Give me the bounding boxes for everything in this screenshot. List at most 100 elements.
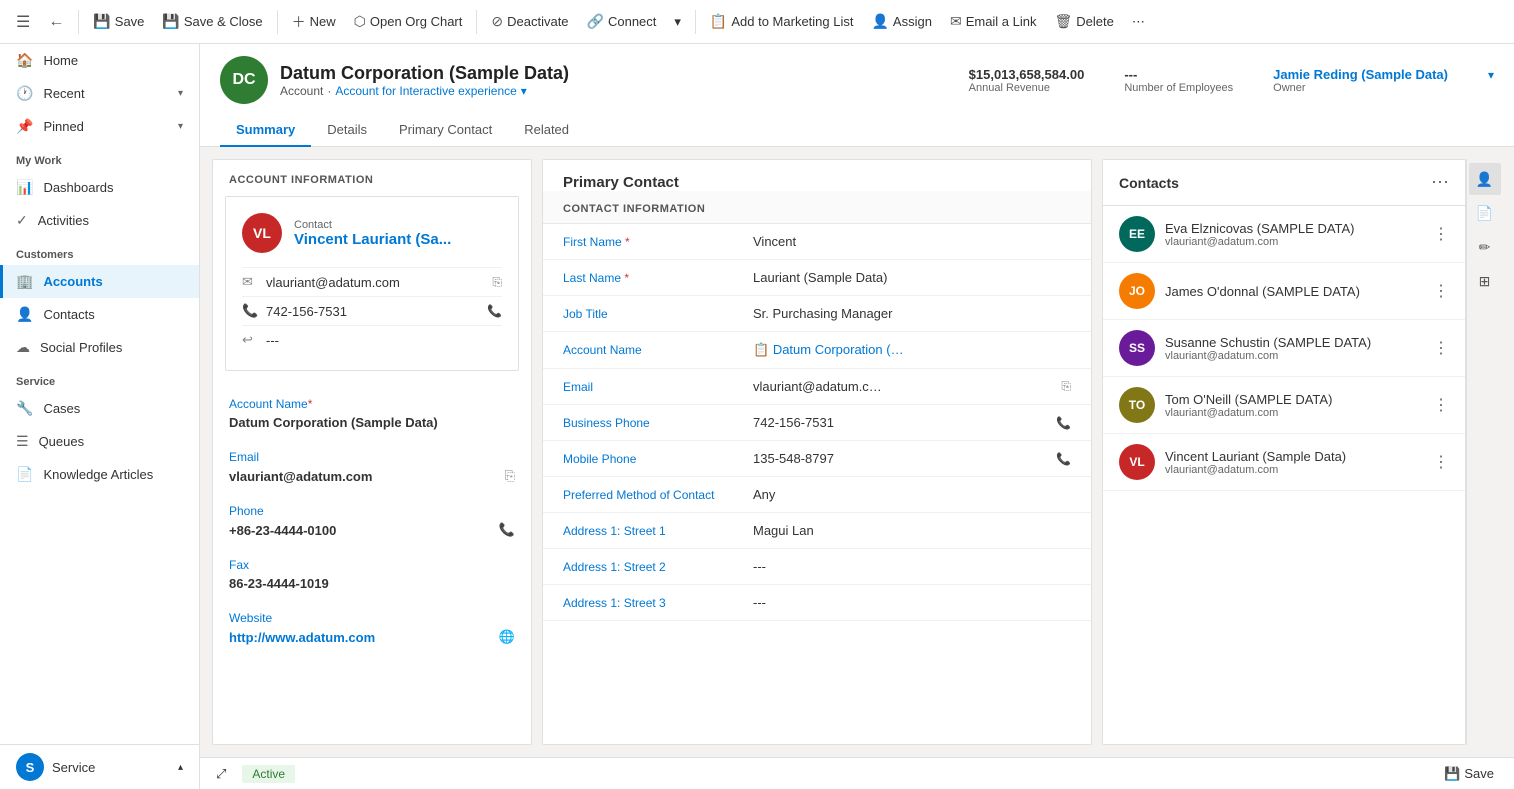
list-item[interactable]: TOTom O'Neill (SAMPLE DATA)vlauriant@ada… — [1103, 377, 1465, 434]
customers-section: Customers — [0, 237, 199, 265]
extra-icon: ↩ — [242, 332, 258, 348]
phone-call-icon[interactable]: 📞 — [499, 522, 515, 538]
sidebar-item-dashboards[interactable]: 📊 Dashboards — [0, 171, 199, 204]
website-value[interactable]: http://www.adatum.com — [229, 630, 375, 645]
contact-form-row: Preferred Method of ContactAny — [543, 477, 1091, 513]
sidebar-item-recent[interactable]: 🕐 Recent ▾ — [0, 77, 199, 110]
side-icon-document[interactable]: 📄 — [1469, 197, 1501, 229]
record-title-row: DC Datum Corporation (Sample Data) Accou… — [220, 56, 1494, 104]
side-icon-person[interactable]: 👤 — [1469, 163, 1501, 195]
sidebar-item-social-profiles[interactable]: ☁ Social Profiles — [0, 331, 199, 364]
primary-contact-title: Primary Contact — [543, 160, 1091, 191]
dashboards-icon: 📊 — [16, 179, 33, 196]
new-button[interactable]: ＋ New — [284, 8, 344, 36]
save-close-button[interactable]: 💾 Save & Close — [154, 9, 270, 34]
email-copy-icon[interactable]: ⎘ — [505, 468, 515, 484]
back-button[interactable]: ← — [40, 9, 72, 35]
side-icon-table[interactable]: ⊞ — [1469, 265, 1501, 297]
open-org-chart-button[interactable]: ⬡ Open Org Chart — [346, 9, 471, 34]
hamburger-button[interactable]: ☰ — [8, 8, 38, 36]
sidebar-item-cases[interactable]: 🔧 Cases — [0, 392, 199, 425]
email-value[interactable]: vlauriant@adatum.com — [229, 469, 372, 484]
deactivate-button[interactable]: ⊘ Deactivate — [483, 9, 576, 34]
contact-form-action-icon[interactable]: 📞 — [1056, 416, 1071, 430]
contact-form-label: First Name * — [563, 235, 743, 249]
hamburger-icon: ☰ — [16, 14, 30, 31]
connect-button[interactable]: 🔗 Connect — [579, 9, 665, 34]
contact-form-value: vlauriant@adatum.c… — [753, 379, 1051, 394]
sidebar-footer[interactable]: S Service ▴ — [0, 744, 199, 789]
sidebar-item-home[interactable]: 🏠 Home — [0, 44, 199, 77]
list-item[interactable]: EEEva Elznicovas (SAMPLE DATA)vlauriant@… — [1103, 206, 1465, 263]
toolbar-separator-1 — [78, 10, 79, 34]
expand-button[interactable]: ⤢ — [212, 766, 230, 782]
contact-list-menu-icon[interactable]: ⋮ — [1433, 281, 1449, 301]
pinned-expand-icon: ▾ — [178, 121, 183, 132]
dropdown-button[interactable]: ▾ — [666, 10, 689, 34]
contact-form-action-icon[interactable]: 📞 — [1056, 452, 1071, 466]
email-label: Email — [229, 450, 515, 464]
email-action-icon[interactable]: ⎘ — [492, 275, 502, 290]
contact-list-menu-icon[interactable]: ⋮ — [1433, 395, 1449, 415]
contact-list-menu-icon[interactable]: ⋮ — [1433, 338, 1449, 358]
sidebar-item-contacts[interactable]: 👤 Contacts — [0, 298, 199, 331]
fax-value[interactable]: 86-23-4444-1019 — [229, 576, 515, 591]
contact-form-label: Email — [563, 380, 743, 394]
contact-form-value: Magui Lan — [753, 523, 1071, 538]
avatar: JO — [1119, 273, 1155, 309]
sidebar-item-activities[interactable]: ✓ Activities — [0, 204, 199, 237]
contact-form-label: Preferred Method of Contact — [563, 488, 743, 502]
contact-form-value[interactable]: 📋 Datum Corporation (… — [753, 342, 1071, 358]
contact-list-name: Vincent Lauriant (Sample Data) — [1165, 449, 1423, 464]
more-button[interactable]: ⋯ — [1124, 10, 1153, 34]
owner-chevron-icon: ▾ — [1488, 68, 1494, 82]
phone-value[interactable]: +86-23-4444-0100 — [229, 523, 336, 538]
list-item[interactable]: JOJames O'donnal (SAMPLE DATA)⋮ — [1103, 263, 1465, 320]
sidebar-item-accounts[interactable]: 🏢 Accounts — [0, 265, 199, 298]
avatar: VL — [1119, 444, 1155, 480]
contact-form-row: Account Name📋 Datum Corporation (… — [543, 332, 1091, 369]
delete-button[interactable]: 🗑 Delete — [1047, 9, 1122, 34]
contact-list-menu-icon[interactable]: ⋮ — [1433, 452, 1449, 472]
tab-related[interactable]: Related — [508, 114, 585, 147]
phone-label: Phone — [229, 504, 515, 518]
contact-extra-row: ↩ --- — [242, 325, 502, 354]
toolbar-separator-3 — [476, 10, 477, 34]
tab-primary-contact[interactable]: Primary Contact — [383, 114, 508, 147]
email-icon: ✉ — [242, 274, 258, 290]
contacts-more-icon[interactable]: ⋯ — [1431, 172, 1449, 193]
sidebar-item-knowledge-articles[interactable]: 📄 Knowledge Articles — [0, 458, 199, 491]
tab-summary[interactable]: Summary — [220, 114, 311, 147]
assign-button[interactable]: 👤 Assign — [863, 9, 939, 34]
tab-details[interactable]: Details — [311, 114, 383, 147]
list-item[interactable]: VLVincent Lauriant (Sample Data)vlaurian… — [1103, 434, 1465, 491]
avatar: TO — [1119, 387, 1155, 423]
contact-list-menu-icon[interactable]: ⋮ — [1433, 224, 1449, 244]
website-globe-icon[interactable]: 🌐 — [499, 629, 515, 645]
expand-icon: ⤢ — [216, 766, 226, 782]
contact-form-row: Address 1: Street 3--- — [543, 585, 1091, 621]
save-button[interactable]: 💾 Save — [85, 9, 152, 34]
status-save-button[interactable]: 💾 Save — [1436, 762, 1502, 786]
phone-icon: 📞 — [242, 303, 258, 319]
email-a-link-button[interactable]: ✉ Email a Link — [942, 9, 1045, 34]
contact-form-action-icon[interactable]: ⎘ — [1061, 379, 1071, 394]
phone-action-icon[interactable]: 📞 — [487, 304, 502, 318]
subtype-chevron-icon: ▾ — [521, 84, 527, 98]
contacts-icon: 👤 — [16, 306, 33, 323]
list-item[interactable]: SSSusanne Schustin (SAMPLE DATA)vlaurian… — [1103, 320, 1465, 377]
home-icon: 🏠 — [16, 52, 33, 69]
toolbar-separator-2 — [277, 10, 278, 34]
side-icon-edit[interactable]: ✏ — [1469, 231, 1501, 263]
social-profiles-icon: ☁ — [16, 339, 30, 356]
content-area: DC Datum Corporation (Sample Data) Accou… — [200, 44, 1514, 789]
sidebar-item-queues[interactable]: ☰ Queues — [0, 425, 199, 458]
add-to-marketing-list-button[interactable]: 📋 Add to Marketing List — [702, 9, 862, 34]
activities-icon: ✓ — [16, 212, 28, 229]
sidebar-item-pinned[interactable]: 📌 Pinned ▾ — [0, 110, 199, 143]
record-subtitle: Account · Account for Interactive experi… — [280, 84, 957, 98]
more-icon: ⋯ — [1132, 14, 1145, 30]
account-name-value[interactable]: Datum Corporation (Sample Data) — [229, 415, 515, 430]
contact-list-email: vlauriant@adatum.com — [1165, 407, 1423, 419]
employees-meta: --- Number of Employees — [1124, 67, 1233, 94]
